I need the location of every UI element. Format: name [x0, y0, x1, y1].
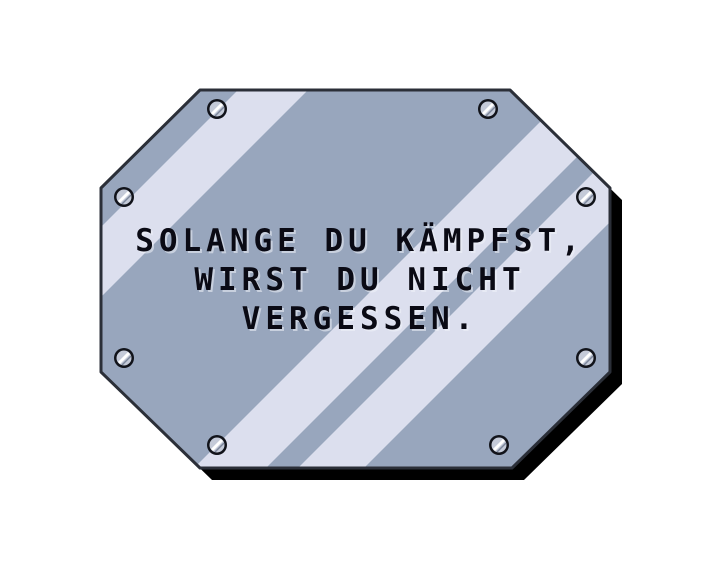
rivet-icon [207, 99, 227, 119]
plaque-line-3: VERGESSEN. [241, 301, 479, 337]
rivet-icon [207, 435, 227, 455]
dialog-stage: SOLANGE DU KÄMPFST, WIRST DU NICHT VERGE… [0, 0, 709, 567]
rivet-icon [114, 187, 134, 207]
rivet-icon [114, 348, 134, 368]
rivet-icon [489, 435, 509, 455]
rivet-icon [576, 187, 596, 207]
plaque-line-1: SOLANGE DU KÄMPFST, [135, 223, 585, 259]
rivet-icon [478, 99, 498, 119]
plaque-inscription: SOLANGE DU KÄMPFST, WIRST DU NICHT VERGE… [120, 222, 600, 339]
rivet-icon [576, 348, 596, 368]
plaque-line-2: WIRST DU NICHT [194, 262, 526, 298]
